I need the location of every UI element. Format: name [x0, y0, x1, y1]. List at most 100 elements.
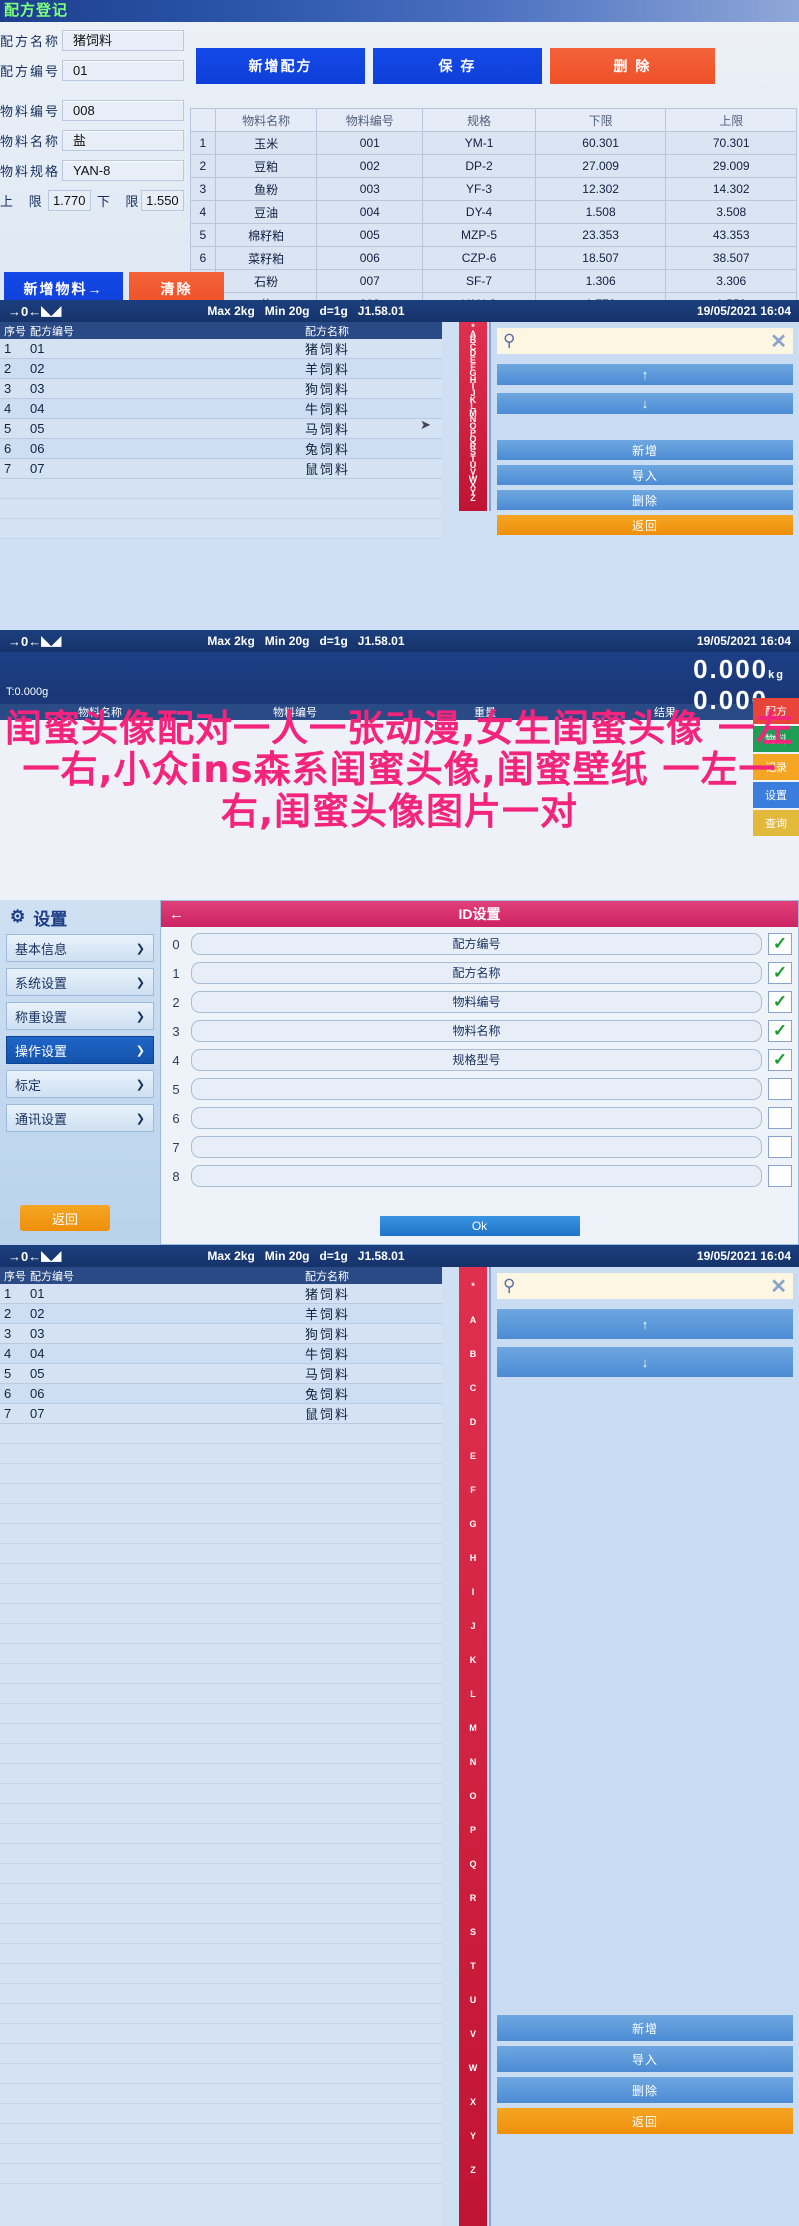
row-field-value[interactable] [191, 1165, 762, 1187]
ok-button[interactable]: Ok [379, 1216, 580, 1236]
alphabet-index-bar[interactable]: * A B C D E F G H I J K L M N O P Q R S T U V W X Y Z [459, 1267, 487, 2226]
alphabet-letter[interactable]: Y [470, 2119, 476, 2153]
row-field-value[interactable]: 规格型号 [191, 1049, 762, 1071]
search-box[interactable]: ⚲ ✕ [497, 1273, 793, 1299]
row-field-value[interactable] [191, 1107, 762, 1129]
row-checkbox[interactable]: ✓ [768, 933, 792, 955]
settings-menu-item[interactable]: 系统设置 ❯ [6, 968, 154, 996]
alphabet-letter[interactable]: B [470, 1337, 477, 1371]
scroll-up-button[interactable]: ↑ [497, 1309, 793, 1339]
list-item[interactable]: 1 01 猪饲料 [0, 1284, 442, 1304]
empty-list-row[interactable] [0, 519, 442, 539]
empty-list-row[interactable] [0, 479, 442, 499]
list-item[interactable]: 2 02 羊饲料 [0, 359, 442, 379]
row-checkbox[interactable] [768, 1078, 792, 1100]
alphabet-letter[interactable]: J [470, 1609, 475, 1643]
settings-menu-item[interactable]: 称重设置 ❯ [6, 1002, 154, 1030]
settings-menu-item[interactable]: 标定 ❯ [6, 1070, 154, 1098]
list-item[interactable]: 5 05 马饲料 [0, 1364, 442, 1384]
alphabet-letter[interactable]: M [469, 1711, 477, 1745]
alphabet-letter[interactable]: N [470, 1745, 477, 1779]
add-button[interactable]: 新增 [497, 440, 793, 460]
alphabet-letter[interactable]: C [470, 1371, 477, 1405]
row-checkbox[interactable] [768, 1107, 792, 1129]
import-button[interactable]: 导入 [497, 465, 793, 485]
alphabet-letter[interactable]: Z [470, 2153, 476, 2187]
material-code-input[interactable]: 008 [62, 99, 184, 121]
recipe-code-input[interactable]: 01 [62, 59, 184, 81]
empty-list-row[interactable] [0, 1984, 442, 2004]
return-button[interactable]: 返回 [497, 515, 793, 535]
empty-list-row[interactable] [0, 2044, 442, 2064]
alphabet-letter[interactable]: G [469, 1507, 476, 1541]
empty-list-row[interactable] [0, 1724, 442, 1744]
table-row[interactable]: 6 菜籽粕 006 CZP-6 18.507 38.507 [190, 246, 797, 270]
empty-list-row[interactable] [0, 499, 442, 519]
empty-list-row[interactable] [0, 1524, 442, 1544]
save-button[interactable]: 保 存 [373, 48, 542, 84]
material-spec-input[interactable]: YAN-8 [62, 159, 184, 181]
empty-list-row[interactable] [0, 1484, 442, 1504]
clear-button[interactable]: 清除 [129, 272, 224, 300]
back-arrow-icon[interactable]: ← [169, 906, 184, 923]
alphabet-letter[interactable]: A [470, 1303, 477, 1337]
empty-list-row[interactable] [0, 1864, 442, 1884]
add-button[interactable]: 新增 [497, 2015, 793, 2041]
list-item[interactable]: 2 02 羊饲料 [0, 1304, 442, 1324]
close-icon[interactable]: ✕ [770, 1274, 787, 1299]
empty-list-row[interactable] [0, 1564, 442, 1584]
weigh-side-button[interactable]: 配方 [753, 698, 799, 724]
empty-list-row[interactable] [0, 2104, 442, 2124]
table-row[interactable]: 5 棉籽粕 005 MZP-5 23.353 43.353 [190, 223, 797, 247]
row-field-value[interactable]: 物料编号 [191, 991, 762, 1013]
upper-limit-input[interactable]: 1.770 [47, 189, 91, 211]
row-checkbox[interactable]: ✓ [768, 1020, 792, 1042]
weigh-side-button[interactable]: 物料 [753, 726, 799, 752]
table-row[interactable]: 8盐008YAN-81.7701.550 [190, 292, 797, 300]
empty-list-row[interactable] [0, 2144, 442, 2164]
row-checkbox[interactable]: ✓ [768, 1049, 792, 1071]
weigh-side-button[interactable]: 设置 [753, 782, 799, 808]
list-item[interactable]: 3 03 狗饲料 [0, 1324, 442, 1344]
empty-list-row[interactable] [0, 1644, 442, 1664]
alphabet-letter[interactable]: V [470, 2017, 476, 2051]
list-item[interactable]: 3 03 狗饲料 [0, 379, 442, 399]
settings-menu-item[interactable]: 通讯设置 ❯ [6, 1104, 154, 1132]
empty-list-row[interactable] [0, 2124, 442, 2144]
empty-list-row[interactable] [0, 1924, 442, 1944]
scroll-down-button[interactable]: ↓ [497, 393, 793, 414]
alphabet-letter[interactable]: F [470, 1473, 476, 1507]
table-row[interactable]: 1 玉米 001 YM-1 60.301 70.301 [190, 131, 797, 155]
alphabet-letter[interactable]: R [470, 1881, 477, 1915]
alphabet-letter[interactable]: Q [469, 1847, 476, 1881]
alphabet-letter[interactable]: D [470, 1405, 477, 1439]
new-recipe-button[interactable]: 新增配方 [196, 48, 365, 84]
row-field-value[interactable] [191, 1136, 762, 1158]
list-item[interactable]: 7 07 鼠饲料 [0, 459, 442, 479]
alphabet-letter[interactable]: X [470, 2085, 476, 2119]
alphabet-index-bar[interactable]: * A B C D E F G H I J K L M N O P Q R S T U V W X Y Z [459, 322, 487, 511]
list-item[interactable]: 6 06 兔饲料 [0, 439, 442, 459]
row-checkbox[interactable]: ✓ [768, 991, 792, 1013]
settings-menu-item[interactable]: 操作设置 ❯ [6, 1036, 154, 1064]
empty-list-row[interactable] [0, 1464, 442, 1484]
alphabet-letter[interactable]: I [472, 1575, 475, 1609]
list-item[interactable]: 1 01 猪饲料 [0, 339, 442, 359]
empty-list-row[interactable] [0, 1424, 442, 1444]
row-field-value[interactable] [191, 1078, 762, 1100]
return-button[interactable]: 返回 [497, 2108, 793, 2134]
empty-list-row[interactable] [0, 1784, 442, 1804]
empty-list-row[interactable] [0, 1604, 442, 1624]
empty-list-row[interactable] [0, 1584, 442, 1604]
empty-list-row[interactable] [0, 1804, 442, 1824]
delete-button[interactable]: 删除 [497, 490, 793, 510]
table-row[interactable]: 7石粉007SF-71.3063.306 [190, 269, 797, 293]
empty-list-row[interactable] [0, 1824, 442, 1844]
row-checkbox[interactable] [768, 1136, 792, 1158]
alphabet-letter[interactable]: K [470, 1643, 477, 1677]
delete-button[interactable]: 删除 [497, 2077, 793, 2103]
list-item[interactable]: 6 06 兔饲料 [0, 1384, 442, 1404]
search-input[interactable] [521, 1278, 765, 1294]
delete-button[interactable]: 删 除 [550, 48, 715, 84]
empty-list-row[interactable] [0, 2084, 442, 2104]
